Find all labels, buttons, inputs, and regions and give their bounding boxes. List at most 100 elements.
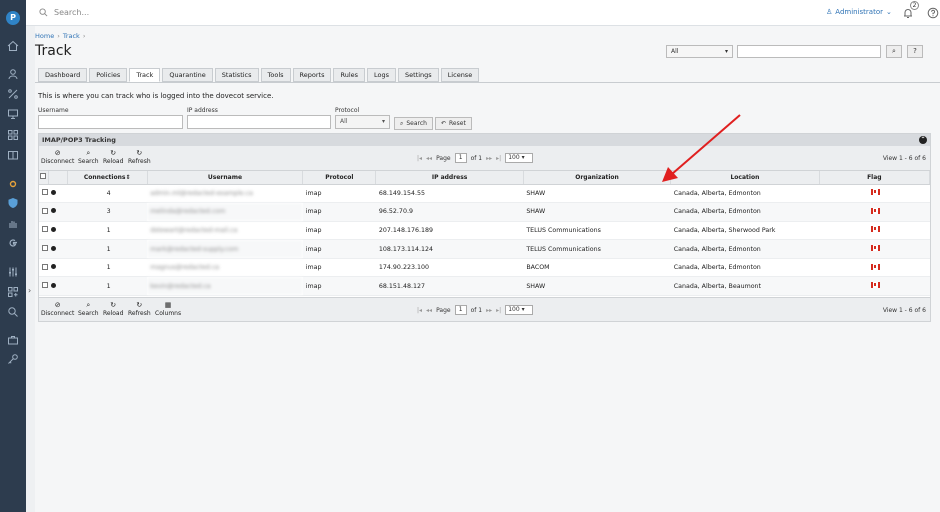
home-icon[interactable] (7, 40, 19, 52)
global-help-button[interactable]: ? (907, 45, 923, 58)
google-icon[interactable] (7, 237, 19, 249)
username-label: Username (38, 107, 69, 114)
reload-button[interactable]: ↻ Reload (103, 149, 123, 165)
column-header-organization[interactable]: Organization (523, 171, 672, 185)
protocol-select[interactable]: All ▾ (335, 115, 390, 129)
table-row[interactable]: 1 mark@redacted-supply.com imap 108.173.114… (39, 239, 930, 259)
monitor-icon[interactable] (7, 108, 19, 120)
tab-tools[interactable]: Tools (260, 68, 291, 82)
last-page-icon[interactable]: ▸| (496, 307, 501, 314)
column-header-connections[interactable]: Connections⇕ (67, 171, 148, 185)
grid-search-button[interactable]: ⌕ Search (78, 149, 99, 165)
hand-icon[interactable] (7, 218, 19, 230)
search-button[interactable]: ⌕ Search (394, 117, 433, 130)
footer-per-page-select[interactable]: 100 ▾ (505, 305, 534, 315)
book-icon[interactable] (7, 149, 19, 161)
tab-track[interactable]: Track (129, 68, 161, 82)
sidebar-expand-icon[interactable]: › (28, 286, 31, 295)
footer-page-label: Page (436, 306, 451, 314)
tab-dashboard[interactable]: Dashboard (38, 68, 88, 82)
username-cell: dstewart@redacted-mail.ca (147, 221, 303, 241)
sliders-icon[interactable] (7, 266, 19, 278)
footer-search-button[interactable]: ⌕ Search (78, 301, 99, 317)
per-page-select[interactable]: 100 ▾ (505, 153, 534, 163)
last-page-icon[interactable]: ▸| (496, 155, 501, 162)
percent-icon[interactable] (7, 88, 19, 100)
tab-rules[interactable]: Rules (333, 68, 366, 82)
sort-icon[interactable]: ⇕ (125, 174, 130, 181)
search-placeholder[interactable]: Search... (54, 8, 89, 17)
disconnect-icon[interactable] (51, 226, 57, 232)
first-page-icon[interactable]: |◂ (417, 155, 422, 162)
tab-quarantine[interactable]: Quarantine (162, 68, 213, 82)
disconnect-icon[interactable] (51, 264, 57, 270)
app-logo[interactable]: P (6, 11, 20, 25)
apps-icon[interactable] (7, 286, 19, 298)
username-cell: magnus@redacted.ca (147, 258, 303, 278)
column-header-username[interactable]: Username (147, 171, 304, 185)
zoom-icon[interactable] (7, 306, 19, 318)
column-header-location[interactable]: Location (670, 171, 820, 185)
tab-reports[interactable]: Reports (292, 68, 332, 82)
next-page-icon[interactable]: ▸▸ (486, 307, 492, 314)
table-row[interactable]: 1 kevin@redacted.ca imap 68.151.48.127 SHAW C… (39, 276, 930, 297)
tab-policies[interactable]: Policies (89, 68, 128, 82)
username-input[interactable] (38, 115, 183, 129)
help-icon[interactable] (927, 7, 939, 19)
footer-refresh-button[interactable]: ↻ Refresh (128, 301, 151, 317)
shield-icon[interactable] (7, 197, 19, 209)
select-all-checkbox[interactable] (40, 173, 47, 180)
row-checkbox[interactable] (42, 207, 48, 214)
row-checkbox[interactable] (42, 226, 48, 233)
reset-button[interactable]: ↶ Reset (435, 117, 472, 130)
table-row[interactable]: 1 magnus@redacted.ca imap 174.90.223.100 BAC… (39, 258, 930, 278)
global-filter-select[interactable]: All ▾ (666, 45, 733, 58)
disconnect-icon[interactable] (51, 245, 57, 251)
tab-statistics[interactable]: Statistics (214, 68, 259, 82)
tab-settings[interactable]: Settings (398, 68, 439, 82)
first-page-icon[interactable]: |◂ (417, 307, 422, 314)
grid-icon[interactable] (7, 129, 19, 141)
breadcrumb-home[interactable]: Home (35, 32, 54, 40)
column-header-ip-address[interactable]: IP address (375, 171, 524, 185)
column-header-protocol[interactable]: Protocol (302, 171, 377, 185)
ip-address-input[interactable] (187, 115, 331, 129)
global-filter-input[interactable] (737, 45, 881, 58)
refresh-button[interactable]: ↻ Refresh (128, 149, 151, 165)
page-input[interactable]: 1 (454, 153, 467, 163)
collapse-icon[interactable]: ⌃ (919, 136, 927, 144)
disconnect-icon[interactable] (51, 282, 57, 288)
global-search[interactable]: Search... (39, 8, 89, 17)
disconnect-icon[interactable] (51, 189, 57, 195)
table-row[interactable]: 1 dstewart@redacted-mail.ca imap 207.148.17… (39, 221, 930, 241)
disconnect-icon[interactable] (51, 208, 57, 214)
key-icon[interactable] (7, 353, 19, 365)
next-page-icon[interactable]: ▸▸ (486, 155, 492, 162)
user-menu[interactable]: ♙ Administrator ⌄ (826, 8, 892, 16)
flag-cell (819, 239, 930, 259)
footer-reload-button[interactable]: ↻ Reload (103, 301, 123, 317)
organization-cell: TELUS Communications (523, 221, 671, 241)
toolbox-icon[interactable] (7, 334, 19, 346)
row-checkbox[interactable] (42, 282, 48, 289)
row-checkbox[interactable] (42, 263, 48, 270)
global-search-button[interactable]: ⌕ (886, 45, 902, 58)
gear-icon[interactable] (7, 178, 19, 190)
disconnect-button[interactable]: ⊘ Disconnect (41, 149, 74, 165)
prev-page-icon[interactable]: ◂◂ (426, 155, 432, 162)
breadcrumb-current[interactable]: Track (63, 32, 80, 40)
column-header-flag[interactable]: Flag (819, 171, 931, 185)
user-icon[interactable] (7, 68, 19, 80)
footer-page-input[interactable]: 1 (454, 305, 467, 315)
row-checkbox[interactable] (42, 245, 48, 252)
columns-button[interactable]: ▦ Columns (155, 301, 181, 317)
refresh-icon: ↻ (136, 149, 143, 157)
table-row[interactable]: 4 admin.ml@redacted-example.ca imap 68.149.… (39, 184, 930, 204)
prev-page-icon[interactable]: ◂◂ (426, 307, 432, 314)
connections-cell: 1 (67, 221, 148, 241)
row-checkbox[interactable] (42, 189, 48, 196)
footer-disconnect-button[interactable]: ⊘ Disconnect (41, 301, 74, 317)
tab-license[interactable]: License (440, 68, 480, 82)
tab-logs[interactable]: Logs (367, 68, 397, 82)
table-row[interactable]: 3 melinda@redacted.com imap 96.52.70.9 SHAW C… (39, 202, 930, 222)
